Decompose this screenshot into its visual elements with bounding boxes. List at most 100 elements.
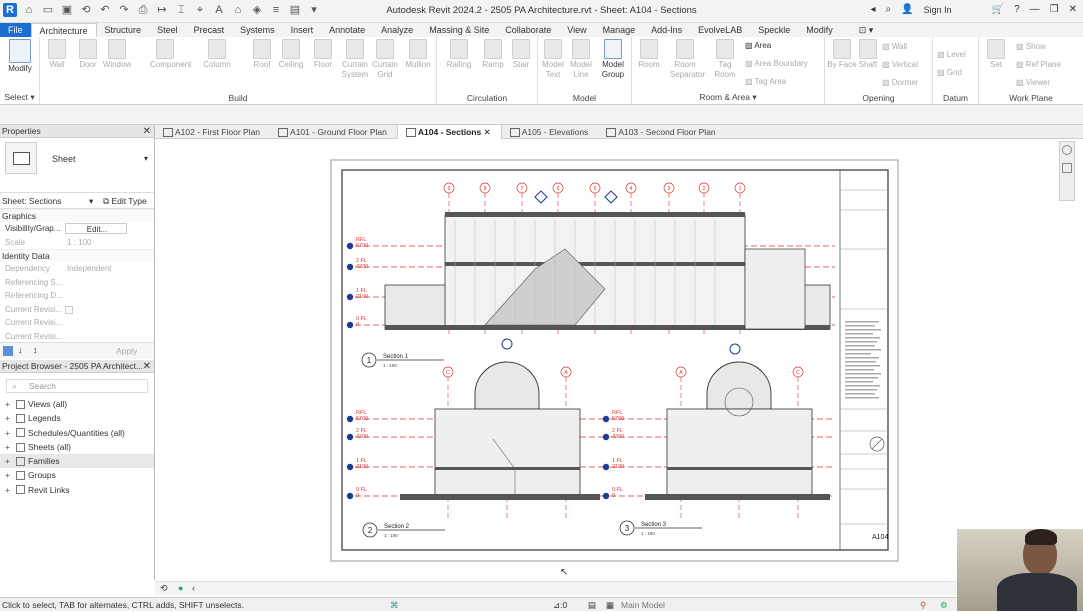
active-model[interactable]: Main Model xyxy=(621,598,665,612)
section-icon[interactable]: ◈ xyxy=(250,3,264,17)
close-tab-icon[interactable]: ✕ xyxy=(481,127,491,137)
thin-lines-icon[interactable]: ≡ xyxy=(269,3,283,17)
tool-wall[interactable]: ▧ Wall xyxy=(882,42,907,51)
close-icon[interactable]: ✕ xyxy=(1069,4,1077,15)
modify-button[interactable]: Modify xyxy=(5,39,35,74)
sort-icon[interactable] xyxy=(3,346,13,356)
instance-filter[interactable]: Sheet: Sections xyxy=(2,196,62,206)
group-identity-data[interactable]: Identity Data xyxy=(0,249,154,262)
view-tab-a101[interactable]: A101 - Ground Floor Plan xyxy=(270,125,397,139)
tool-show[interactable]: ▧ Show xyxy=(1016,42,1046,51)
type-selector[interactable]: Sheet ▾ xyxy=(0,138,154,193)
view-tab-a105[interactable]: A105 - Elevations xyxy=(502,125,599,139)
tool-curtain-grid[interactable]: Curtain Grid xyxy=(370,39,400,80)
tool-viewer[interactable]: ▧ Viewer xyxy=(1016,78,1050,87)
tool-model-text[interactable]: Model Text xyxy=(538,39,568,80)
print-icon[interactable]: ⎙ xyxy=(136,3,150,17)
expand-icon[interactable]: + xyxy=(5,426,13,440)
tool-railing[interactable]: Railing xyxy=(444,39,474,70)
menu-tab-steel[interactable]: Steel xyxy=(149,23,186,37)
revit-logo-icon[interactable]: R xyxy=(3,3,17,17)
menu-tab-systems[interactable]: Systems xyxy=(232,23,283,37)
menu-tab-modify[interactable]: Modify xyxy=(798,23,841,37)
cart-icon[interactable]: 🛒 xyxy=(992,4,1004,15)
close-icon[interactable]: ✕ xyxy=(143,360,151,373)
tool-vertical[interactable]: ▧ Vertical xyxy=(882,60,918,69)
browser-item-revit-links[interactable]: + Revit Links xyxy=(0,483,154,497)
tool-room-separator[interactable]: Room Separator xyxy=(670,39,705,80)
search-icon[interactable]: ⌕ xyxy=(886,4,892,15)
dimension-icon[interactable]: ⌶ xyxy=(174,3,188,17)
filter-icon[interactable]: ⚲ xyxy=(920,598,926,612)
tool-set[interactable]: Set xyxy=(981,39,1011,70)
tool-window[interactable]: Window xyxy=(102,39,132,70)
view-tab-a102[interactable]: A102 - First Floor Plan xyxy=(155,125,270,139)
tool-floor[interactable]: Floor xyxy=(308,39,338,70)
sign-in-link[interactable]: Sign In xyxy=(924,5,952,15)
browser-item-schedules-quantities-all-[interactable]: + Schedules/Quantities (all) xyxy=(0,426,154,440)
expand-icon[interactable]: + xyxy=(5,411,13,425)
tool-tag-room[interactable]: Tag Room xyxy=(710,39,740,80)
menu-tab-massing-site[interactable]: Massing & Site xyxy=(421,23,497,37)
customize-qat-icon[interactable]: ▾ xyxy=(307,3,321,17)
sort-descending-icon[interactable]: ↕ xyxy=(33,345,38,355)
tool-area[interactable]: ▧ Area xyxy=(745,41,771,50)
worksets-icon[interactable]: ⌘ xyxy=(390,598,399,612)
expand-icon[interactable]: + xyxy=(5,468,13,482)
room-area-panel-label[interactable]: Room & Area ▾ xyxy=(632,92,824,103)
help-icon[interactable]: ? xyxy=(1014,4,1020,15)
tool-component[interactable]: Component xyxy=(150,39,191,70)
tool-roof[interactable]: Roof xyxy=(247,39,277,70)
menu-tab-structure[interactable]: Structure xyxy=(97,23,150,37)
expand-icon[interactable]: + xyxy=(5,454,13,468)
menu-tab-view[interactable]: View xyxy=(559,23,594,37)
chevron-down-icon[interactable]: ▾ xyxy=(144,154,148,163)
drawing-canvas[interactable]: A104 9 8 7 6 5 4 3 2 1 RFL 5700 2 FL 4200 1 FL 2100 0 F… xyxy=(155,139,1077,581)
tool-curtain-system[interactable]: Curtain System xyxy=(340,39,370,80)
user-icon[interactable]: 👤 xyxy=(901,4,913,15)
tool-ceiling[interactable]: Ceiling xyxy=(276,39,306,70)
menu-tab-add-ins[interactable]: Add-Ins xyxy=(643,23,690,37)
apply-button[interactable]: Apply xyxy=(116,346,137,356)
menu-tab-evolvelab[interactable]: EvolveLAB xyxy=(690,23,750,37)
tool-ramp[interactable]: Ramp xyxy=(478,39,508,70)
expand-icon[interactable]: + xyxy=(5,397,13,411)
3d-view-icon[interactable]: ⌂ xyxy=(231,3,245,17)
view-tab-a103[interactable]: A103 - Second Floor Plan xyxy=(598,125,725,139)
tool-tag-area[interactable]: ▧ Tag Area xyxy=(745,77,786,86)
group-graphics[interactable]: Graphics xyxy=(0,209,154,222)
sort-ascending-icon[interactable]: ↓ xyxy=(18,345,23,355)
background-process-icon[interactable]: ⚙ xyxy=(940,598,948,612)
view-tab-a104[interactable]: A104 - Sections ✕ xyxy=(396,125,502,139)
scroll-left-icon[interactable]: ‹ xyxy=(192,583,195,593)
edit-visibility-button[interactable]: Edit... xyxy=(65,223,127,234)
edit-type-button[interactable]: ⧉ Edit Type xyxy=(103,193,147,209)
hint-icon[interactable]: ● xyxy=(178,583,183,593)
tool-mullion[interactable]: Mullion xyxy=(403,39,433,70)
menu-tab-speckle[interactable]: Speckle xyxy=(750,23,798,37)
text-icon[interactable]: A xyxy=(212,3,226,17)
browser-item-groups[interactable]: + Groups xyxy=(0,468,154,482)
redo-icon[interactable]: ↷ xyxy=(117,3,131,17)
expand-icon[interactable]: + xyxy=(5,440,13,454)
menu-tab-precast[interactable]: Precast xyxy=(186,23,233,37)
browser-item-views-all-[interactable]: + Views (all) xyxy=(0,397,154,411)
open-icon[interactable]: ▭ xyxy=(41,3,55,17)
restore-icon[interactable]: ❐ xyxy=(1050,4,1059,15)
home-icon[interactable]: ⌂ xyxy=(22,3,36,17)
tool-model-line[interactable]: Model Line xyxy=(566,39,596,80)
tool-shaft[interactable]: Shaft xyxy=(853,39,883,70)
browser-item-sheets-all-[interactable]: + Sheets (all) xyxy=(0,440,154,454)
collapse-left-icon[interactable]: ◂ xyxy=(871,4,876,15)
navigation-bar[interactable] xyxy=(1059,141,1075,201)
menu-tab-file[interactable]: File xyxy=(0,23,31,37)
menu-tab-annotate[interactable]: Annotate xyxy=(321,23,373,37)
zoom-icon[interactable] xyxy=(1062,163,1072,173)
browser-item-families[interactable]: + Families xyxy=(0,454,154,469)
close-icon[interactable]: ✕ xyxy=(143,125,151,138)
tool-model-group[interactable]: Model Group xyxy=(598,39,628,80)
tool-ref-plane[interactable]: ▧ Ref Plane xyxy=(1016,60,1061,69)
scale-icon[interactable]: ⟲ xyxy=(160,583,168,594)
tool-stair[interactable]: Stair xyxy=(506,39,536,70)
chevron-down-icon[interactable]: ▾ xyxy=(89,193,93,209)
